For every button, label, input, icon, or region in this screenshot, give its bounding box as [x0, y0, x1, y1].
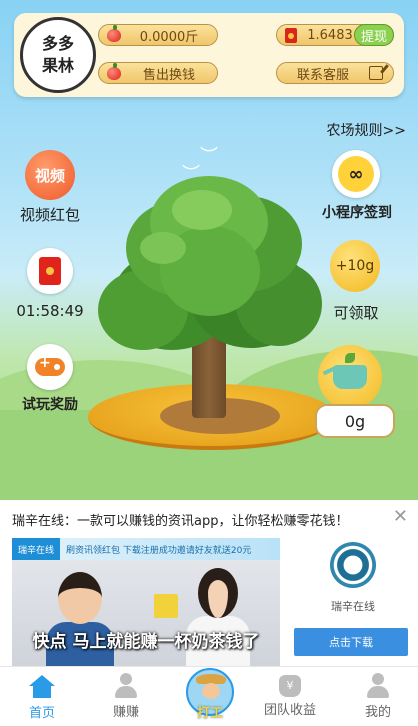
support-button-label: 联系客服 — [296, 67, 349, 83]
ad-app-logo-icon[interactable] — [330, 542, 376, 588]
mini-program-checkin-button[interactable]: ∞ — [332, 150, 380, 198]
logo-line1: 多多 — [41, 34, 74, 54]
watering-can-icon — [333, 353, 367, 389]
farm-rules-link[interactable]: 农场规则>> — [327, 120, 406, 140]
tab-work-label: 打工 — [196, 706, 223, 721]
bird-icon: ︶ — [200, 146, 218, 167]
ad-caption: 快点 马上就能赚一杯奶茶钱了 — [32, 632, 260, 652]
person-icon — [113, 673, 139, 699]
sell-button[interactable]: 售出换钱 — [98, 62, 218, 84]
watering-can-button[interactable] — [318, 345, 382, 409]
countdown-timer: 01:58:49 — [16, 302, 84, 320]
ad-strip-brand: 瑞辛在线 — [12, 538, 61, 560]
edit-icon — [369, 66, 383, 80]
ad-video[interactable]: 瑞辛在线 刷资讯领红包 下载注册成功邀请好友就送20元 快点 马上就能赚一杯奶茶… — [12, 538, 280, 666]
ad-app-name: 瑞辛在线 — [331, 600, 375, 613]
tab-earn[interactable]: 赚赚 — [86, 667, 166, 726]
trial-reward-label: 试玩奖励 — [22, 397, 78, 413]
tab-profile[interactable]: 我的 — [338, 667, 418, 726]
fruit-balance: 0.0000斤 — [139, 29, 199, 45]
mini-program-label: 小程序签到 — [322, 205, 392, 221]
withdraw-button[interactable]: 提现 — [353, 24, 394, 46]
claim-label: 可领取 — [333, 304, 379, 322]
tab-team-earnings[interactable]: ¥ 团队收益 — [250, 667, 330, 726]
fruit-balance-pill: 0.0000斤 — [98, 24, 218, 46]
water-bonus-button[interactable]: +10g — [330, 240, 380, 292]
tab-home[interactable]: 首页 — [2, 667, 82, 726]
money-bag-icon: ¥ — [279, 675, 301, 697]
video-icon-text: 视频 — [34, 166, 65, 185]
tab-home-label: 首页 — [28, 706, 55, 721]
gamepad-icon — [35, 355, 65, 376]
ad-strip-text: 刷资讯领红包 下载注册成功邀请好友就送20元 — [66, 545, 252, 556]
red-packet-icon — [285, 27, 297, 43]
profile-icon — [365, 673, 391, 699]
apple-icon — [107, 62, 121, 80]
water-amount: 0g — [315, 404, 395, 438]
tab-team-earnings-label: 团队收益 — [263, 703, 316, 718]
tab-earn-label: 赚赚 — [112, 705, 139, 720]
ad-prop — [154, 594, 178, 618]
support-button[interactable]: 联系客服 — [276, 62, 394, 84]
video-redpacket-button[interactable]: 视频 — [25, 150, 75, 200]
close-icon[interactable]: ✕ — [393, 506, 408, 527]
video-redpacket-label: 视频红包 — [19, 206, 80, 224]
water-bonus-amount: +10g — [335, 258, 375, 274]
red-packet-icon — [39, 257, 61, 285]
ad-title[interactable]: 瑞辛在线：一款可以赚钱的资讯app，让你轻松赚零花钱！ — [12, 510, 348, 529]
logo-line2: 果林 — [41, 56, 74, 75]
ad-strip: 瑞辛在线 刷资讯领红包 下载注册成功邀请好友就送20元 — [12, 538, 280, 560]
sell-button-label: 售出换钱 — [142, 67, 195, 83]
download-button[interactable]: 点击下载 — [294, 628, 408, 656]
cash-balance-pill: 1.6483 提现 — [276, 24, 394, 46]
link-icon: ∞ — [338, 156, 374, 192]
tab-profile-label: 我的 — [364, 705, 391, 720]
app-logo: 多多 果林 — [20, 17, 96, 93]
home-icon — [29, 675, 55, 698]
red-packet-button[interactable] — [27, 248, 73, 294]
trial-reward-button[interactable] — [27, 344, 73, 390]
apple-icon — [107, 24, 121, 42]
